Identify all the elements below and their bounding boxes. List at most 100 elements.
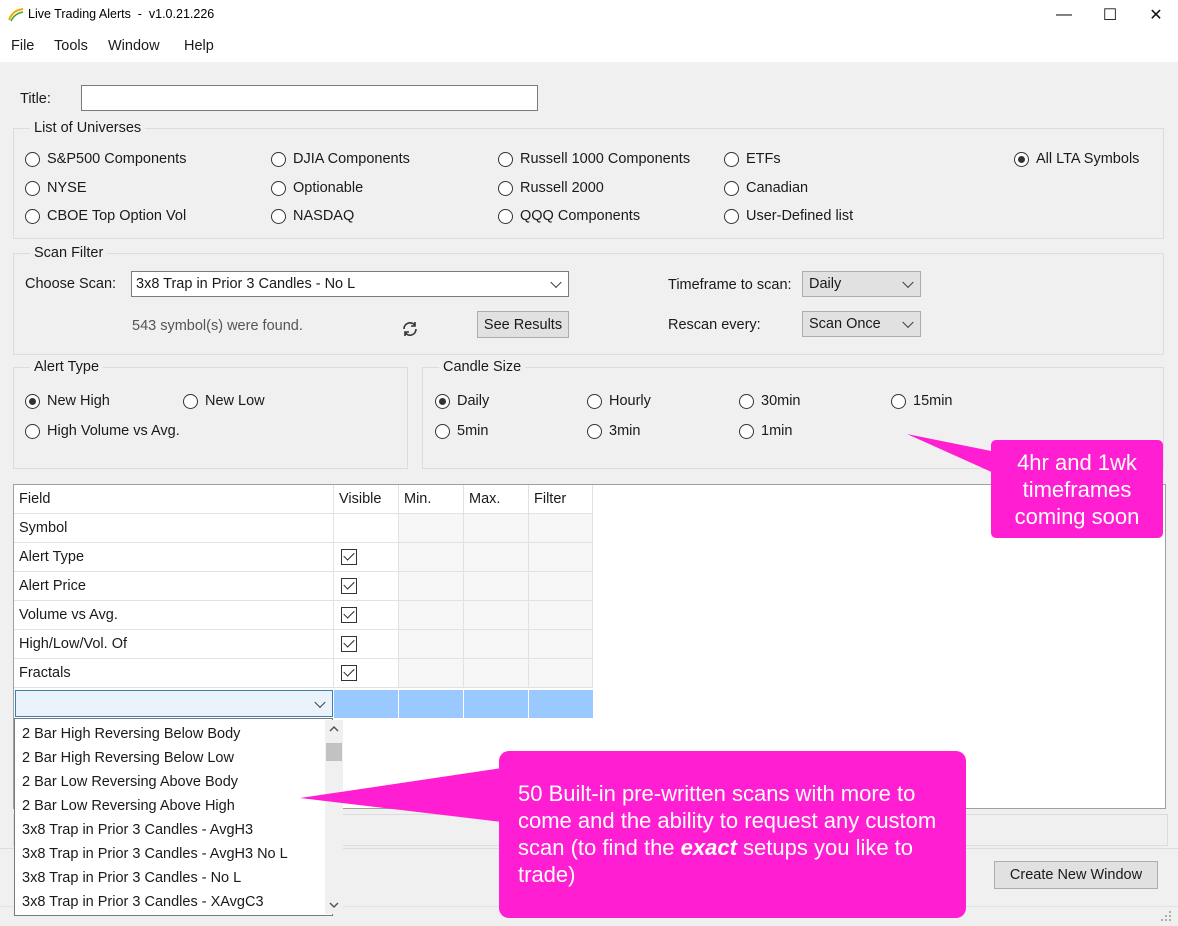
universe-nasdaq[interactable]: NASDAQ	[271, 208, 354, 224]
universe-qqq[interactable]: QQQ Components	[498, 208, 640, 224]
candle-30min[interactable]: 30min	[739, 393, 801, 409]
column-header-min[interactable]: Min.	[399, 485, 464, 514]
filter-cell[interactable]	[529, 659, 593, 688]
candle-1min[interactable]: 1min	[739, 423, 792, 439]
list-item[interactable]: 2 Bar Low Reversing Above Body	[22, 774, 238, 790]
candle-daily[interactable]: Daily	[435, 393, 489, 409]
cell-divider	[398, 690, 399, 718]
visible-cell[interactable]	[334, 543, 399, 572]
min-cell[interactable]	[399, 543, 464, 572]
rescan-select[interactable]: Scan Once	[802, 311, 921, 337]
alert-new-low[interactable]: New Low	[183, 393, 265, 409]
filter-cell[interactable]	[529, 543, 593, 572]
radio-icon	[498, 208, 513, 224]
universe-optionable[interactable]: Optionable	[271, 180, 363, 196]
candle-hourly[interactable]: Hourly	[587, 393, 651, 409]
maximize-button[interactable]: ☐	[1087, 0, 1133, 30]
menu-help[interactable]: Help	[184, 38, 214, 54]
max-cell[interactable]	[464, 572, 529, 601]
universe-label: User-Defined list	[746, 208, 854, 224]
table-row-field[interactable]: Alert Price	[14, 572, 334, 601]
minimize-button[interactable]: —	[1041, 0, 1087, 30]
filter-cell[interactable]	[529, 601, 593, 630]
menu-window[interactable]: Window	[108, 38, 160, 54]
table-row-field[interactable]: High/Low/Vol. Of	[14, 630, 334, 659]
alert-new-high[interactable]: New High	[25, 393, 110, 409]
column-header-filter[interactable]: Filter	[529, 485, 593, 514]
max-cell[interactable]	[464, 630, 529, 659]
list-item[interactable]: 2 Bar High Reversing Below Low	[22, 750, 234, 766]
checkbox-checked-icon[interactable]	[341, 636, 357, 652]
visible-cell[interactable]	[334, 514, 399, 543]
universe-etfs[interactable]: ETFs	[724, 151, 781, 167]
candle-3min[interactable]: 3min	[587, 423, 640, 439]
candle-5min[interactable]: 5min	[435, 423, 488, 439]
close-button[interactable]: ✕	[1133, 0, 1178, 30]
universe-russell1000[interactable]: Russell 1000 Components	[498, 151, 690, 167]
scrollbar-thumb[interactable]	[326, 743, 342, 761]
list-item[interactable]: 3x8 Trap in Prior 3 Candles - No L	[22, 870, 241, 886]
table-row-field[interactable]: Fractals	[14, 659, 334, 688]
filter-cell[interactable]	[529, 572, 593, 601]
candle-label: 1min	[761, 423, 793, 439]
create-new-window-button[interactable]: Create New Window	[994, 861, 1158, 889]
scan-dropdown-list[interactable]: 2 Bar High Reversing Below Body 2 Bar Hi…	[14, 718, 343, 916]
min-cell[interactable]	[399, 659, 464, 688]
visible-cell[interactable]	[334, 659, 399, 688]
min-cell[interactable]	[399, 514, 464, 543]
checkbox-checked-icon[interactable]	[341, 549, 357, 565]
visible-cell[interactable]	[334, 601, 399, 630]
column-header-visible[interactable]: Visible	[334, 485, 399, 514]
universe-canadian[interactable]: Canadian	[724, 180, 808, 196]
visible-cell[interactable]	[334, 572, 399, 601]
chevron-down-icon	[902, 276, 914, 289]
table-row-field[interactable]: Symbol	[14, 514, 334, 543]
max-cell[interactable]	[464, 514, 529, 543]
filter-cell[interactable]	[529, 514, 593, 543]
list-item[interactable]: 3x8 Trap in Prior 3 Candles - AvgH3 No L	[22, 846, 288, 862]
min-cell[interactable]	[399, 572, 464, 601]
timeframe-select[interactable]: Daily	[802, 271, 921, 297]
universe-all-lta[interactable]: All LTA Symbols	[1014, 151, 1139, 167]
list-item[interactable]: 2 Bar High Reversing Below Body	[22, 726, 240, 742]
max-cell[interactable]	[464, 601, 529, 630]
list-item[interactable]: 3x8 Trap in Prior 3 Candles - AvgH3	[22, 822, 253, 838]
new-row-field-select[interactable]	[15, 690, 333, 717]
timeframe-value: Daily	[809, 276, 842, 292]
universe-user-defined[interactable]: User-Defined list	[724, 208, 853, 224]
min-cell[interactable]	[399, 601, 464, 630]
min-cell[interactable]	[399, 630, 464, 659]
visible-cell[interactable]	[334, 630, 399, 659]
chevron-down-icon[interactable]	[329, 901, 339, 909]
candle-15min[interactable]: 15min	[891, 393, 953, 409]
table-row-field[interactable]: Alert Type	[14, 543, 334, 572]
title-input[interactable]	[81, 85, 538, 111]
menu-tools[interactable]: Tools	[54, 38, 88, 54]
choose-scan-select[interactable]: 3x8 Trap in Prior 3 Candles - No L	[131, 271, 569, 297]
radio-icon	[724, 180, 739, 196]
chevron-up-icon[interactable]	[329, 725, 339, 733]
see-results-button[interactable]: See Results	[477, 311, 569, 338]
menu-file[interactable]: File	[11, 38, 34, 54]
checkbox-checked-icon[interactable]	[341, 607, 357, 623]
max-cell[interactable]	[464, 543, 529, 572]
table-row-field[interactable]: Volume vs Avg.	[14, 601, 334, 630]
scans-callout: 50 Built-in pre-written scans with more …	[499, 751, 966, 918]
column-header-field[interactable]: Field	[14, 485, 334, 514]
alert-type-legend: Alert Type	[30, 359, 104, 375]
universe-russell2000[interactable]: Russell 2000	[498, 180, 604, 196]
refresh-icon[interactable]	[401, 320, 419, 338]
filter-cell[interactable]	[529, 630, 593, 659]
list-item[interactable]: 3x8 Trap in Prior 3 Candles - XAvgC3	[22, 894, 264, 910]
max-cell[interactable]	[464, 659, 529, 688]
alert-high-volume[interactable]: High Volume vs Avg.	[25, 423, 180, 439]
checkbox-checked-icon[interactable]	[341, 665, 357, 681]
universe-cboe[interactable]: CBOE Top Option Vol	[25, 208, 186, 224]
universe-nyse[interactable]: NYSE	[25, 180, 87, 196]
list-item[interactable]: 2 Bar Low Reversing Above High	[22, 798, 235, 814]
resize-grip-icon[interactable]	[1160, 910, 1172, 922]
universe-djia[interactable]: DJIA Components	[271, 151, 410, 167]
universe-sp500[interactable]: S&P500 Components	[25, 151, 186, 167]
column-header-max[interactable]: Max.	[464, 485, 529, 514]
checkbox-checked-icon[interactable]	[341, 578, 357, 594]
